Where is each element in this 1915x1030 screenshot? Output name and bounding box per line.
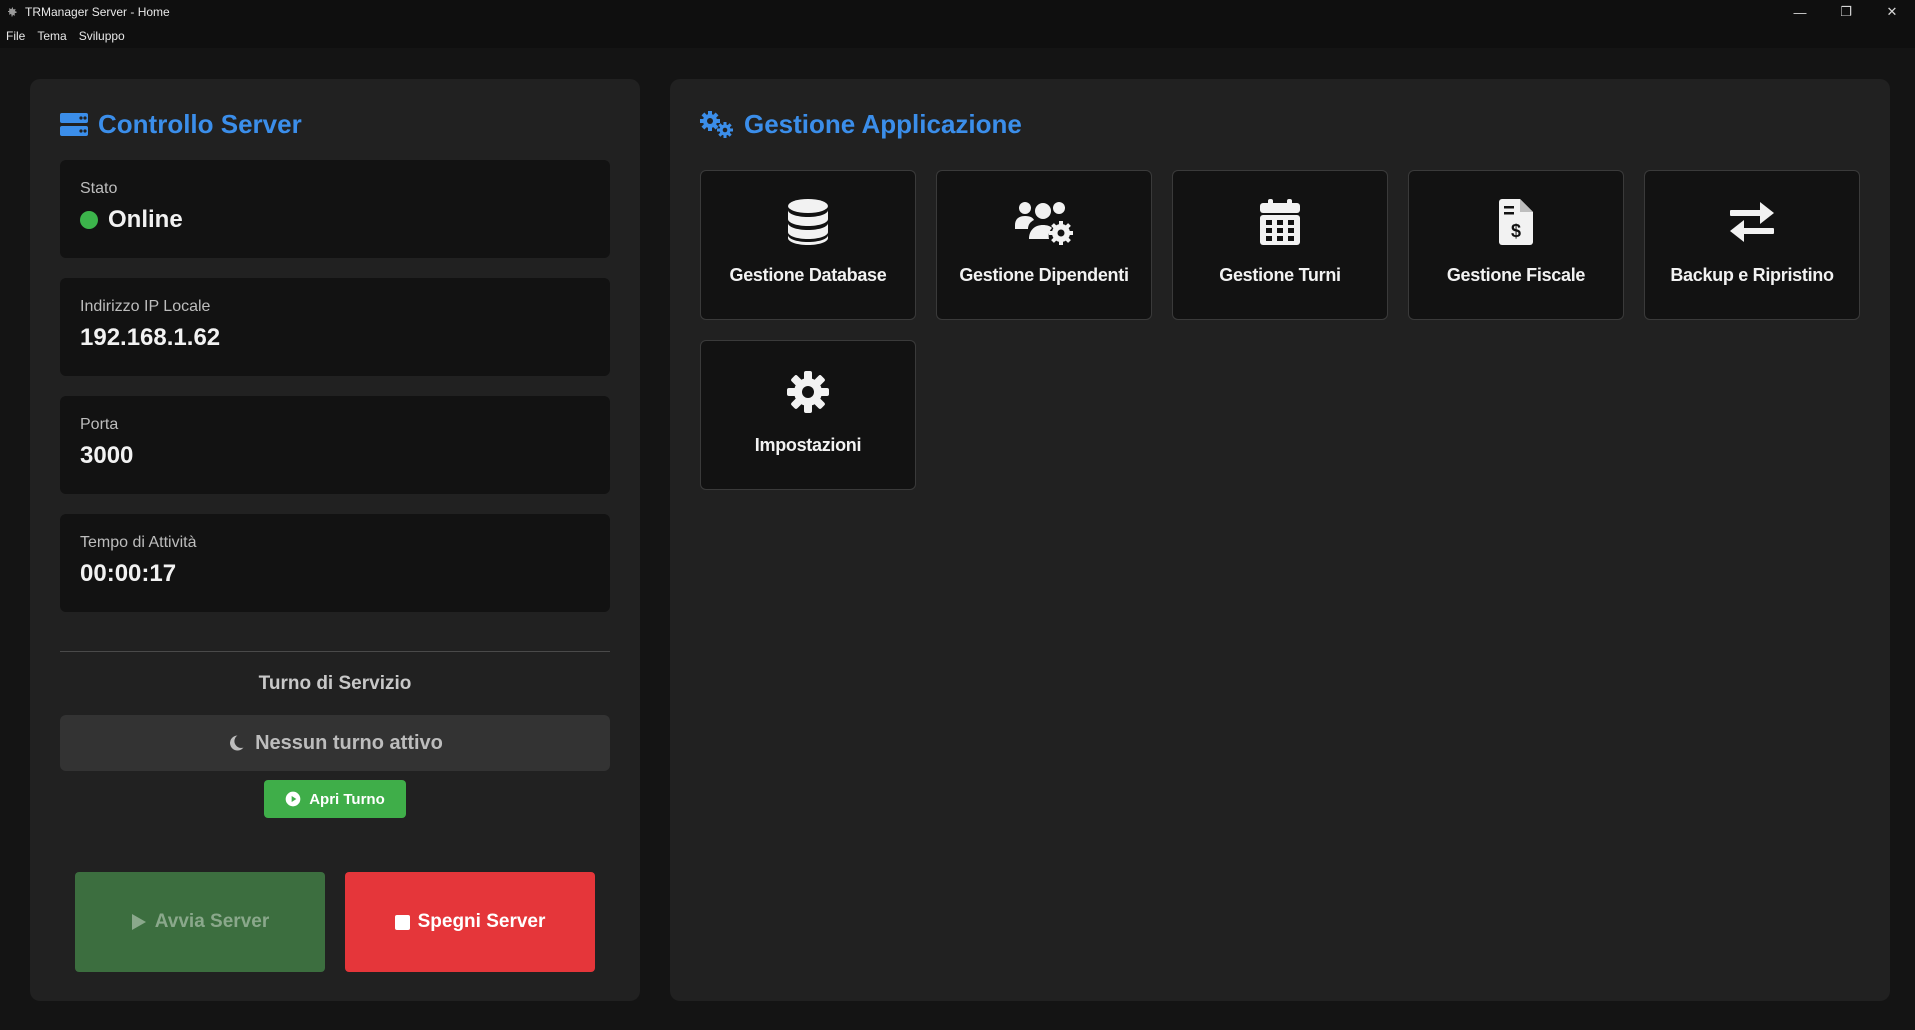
file-invoice-dollar-icon: $ xyxy=(1499,197,1533,247)
svg-text:$: $ xyxy=(1511,221,1521,241)
tile-database[interactable]: Gestione Database xyxy=(700,170,916,320)
tile-settings[interactable]: Impostazioni xyxy=(700,340,916,490)
tile-backup[interactable]: Backup e Ripristino xyxy=(1644,170,1860,320)
port-label: Porta xyxy=(80,416,119,433)
port-card: Porta 3000 xyxy=(60,396,610,494)
window-title: TRManager Server - Home xyxy=(25,5,170,19)
title-bar: TRManager Server - Home — ❐ ✕ xyxy=(0,0,1915,24)
ip-card: Indirizzo IP Locale 192.168.1.62 xyxy=(60,278,610,376)
open-shift-button[interactable]: Apri Turno xyxy=(264,780,406,818)
app-management-title: Gestione Applicazione xyxy=(744,109,1022,139)
calendar-icon xyxy=(1260,197,1300,247)
play-circle-icon xyxy=(285,791,301,807)
tile-employees[interactable]: Gestione Dipendenti xyxy=(936,170,1152,320)
status-value-row: Online xyxy=(80,206,590,234)
tile-fiscal[interactable]: $ Gestione Fiscale xyxy=(1408,170,1624,320)
divider xyxy=(60,651,610,652)
moon-icon xyxy=(227,734,245,752)
start-server-label: Avvia Server xyxy=(154,911,270,932)
uptime-card: Tempo di Attività 00:00:17 xyxy=(60,514,610,612)
ip-value: 192.168.1.62 xyxy=(80,324,221,351)
ip-label: Indirizzo IP Locale xyxy=(80,298,211,315)
uptime-label: Tempo di Attività xyxy=(80,534,197,551)
status-indicator xyxy=(80,211,98,229)
window-controls: — ❐ ✕ xyxy=(1777,0,1915,24)
minimize-button[interactable]: — xyxy=(1777,0,1823,24)
stop-server-label: Spegni Server xyxy=(417,911,546,932)
users-gear-icon xyxy=(1015,197,1073,247)
restore-button[interactable]: ❐ xyxy=(1823,0,1869,24)
port-value: 3000 xyxy=(80,442,134,469)
play-icon xyxy=(131,913,147,931)
tile-database-label: Gestione Database xyxy=(729,265,887,285)
shift-status-box: Nessun turno attivo xyxy=(60,715,610,771)
tile-backup-label: Backup e Ripristino xyxy=(1670,265,1834,285)
uptime-value: 00:00:17 xyxy=(80,560,177,587)
close-button[interactable]: ✕ xyxy=(1869,0,1915,24)
shift-status-text: Nessun turno attivo xyxy=(255,731,443,754)
stop-icon xyxy=(394,914,410,930)
open-shift-label: Apri Turno xyxy=(309,790,385,808)
tile-settings-label: Impostazioni xyxy=(754,435,862,455)
database-icon xyxy=(788,197,828,247)
tile-fiscal-label: Gestione Fiscale xyxy=(1446,265,1586,285)
app-management-heading: Gestione Applicazione xyxy=(700,109,1022,140)
server-control-panel: Controllo Server Stato Online Indirizzo … xyxy=(30,79,640,1001)
exchange-arrows-icon xyxy=(1728,197,1776,247)
tile-shifts-label: Gestione Turni xyxy=(1219,265,1341,285)
stop-server-button[interactable]: Spegni Server xyxy=(345,872,595,972)
menu-file[interactable]: File xyxy=(6,29,25,43)
gear-icon xyxy=(786,367,830,417)
shift-title: Turno di Servizio xyxy=(258,673,412,694)
server-control-title: Controllo Server xyxy=(98,109,302,139)
status-label: Stato xyxy=(80,180,118,197)
gears-icon xyxy=(700,110,734,139)
app-management-panel: Gestione Applicazione Gestione Database xyxy=(670,79,1890,1001)
server-icon xyxy=(60,112,88,138)
status-value: Online xyxy=(108,206,183,233)
tile-employees-label: Gestione Dipendenti xyxy=(959,265,1129,285)
menu-tema[interactable]: Tema xyxy=(37,29,66,43)
app-gear-icon xyxy=(5,5,19,19)
tile-shifts[interactable]: Gestione Turni xyxy=(1172,170,1388,320)
menu-sviluppo[interactable]: Sviluppo xyxy=(79,29,125,43)
menu-bar: File Tema Sviluppo xyxy=(0,24,1915,48)
status-card: Stato Online xyxy=(60,160,610,258)
start-server-button[interactable]: Avvia Server xyxy=(75,872,325,972)
server-control-heading: Controllo Server xyxy=(60,109,302,140)
